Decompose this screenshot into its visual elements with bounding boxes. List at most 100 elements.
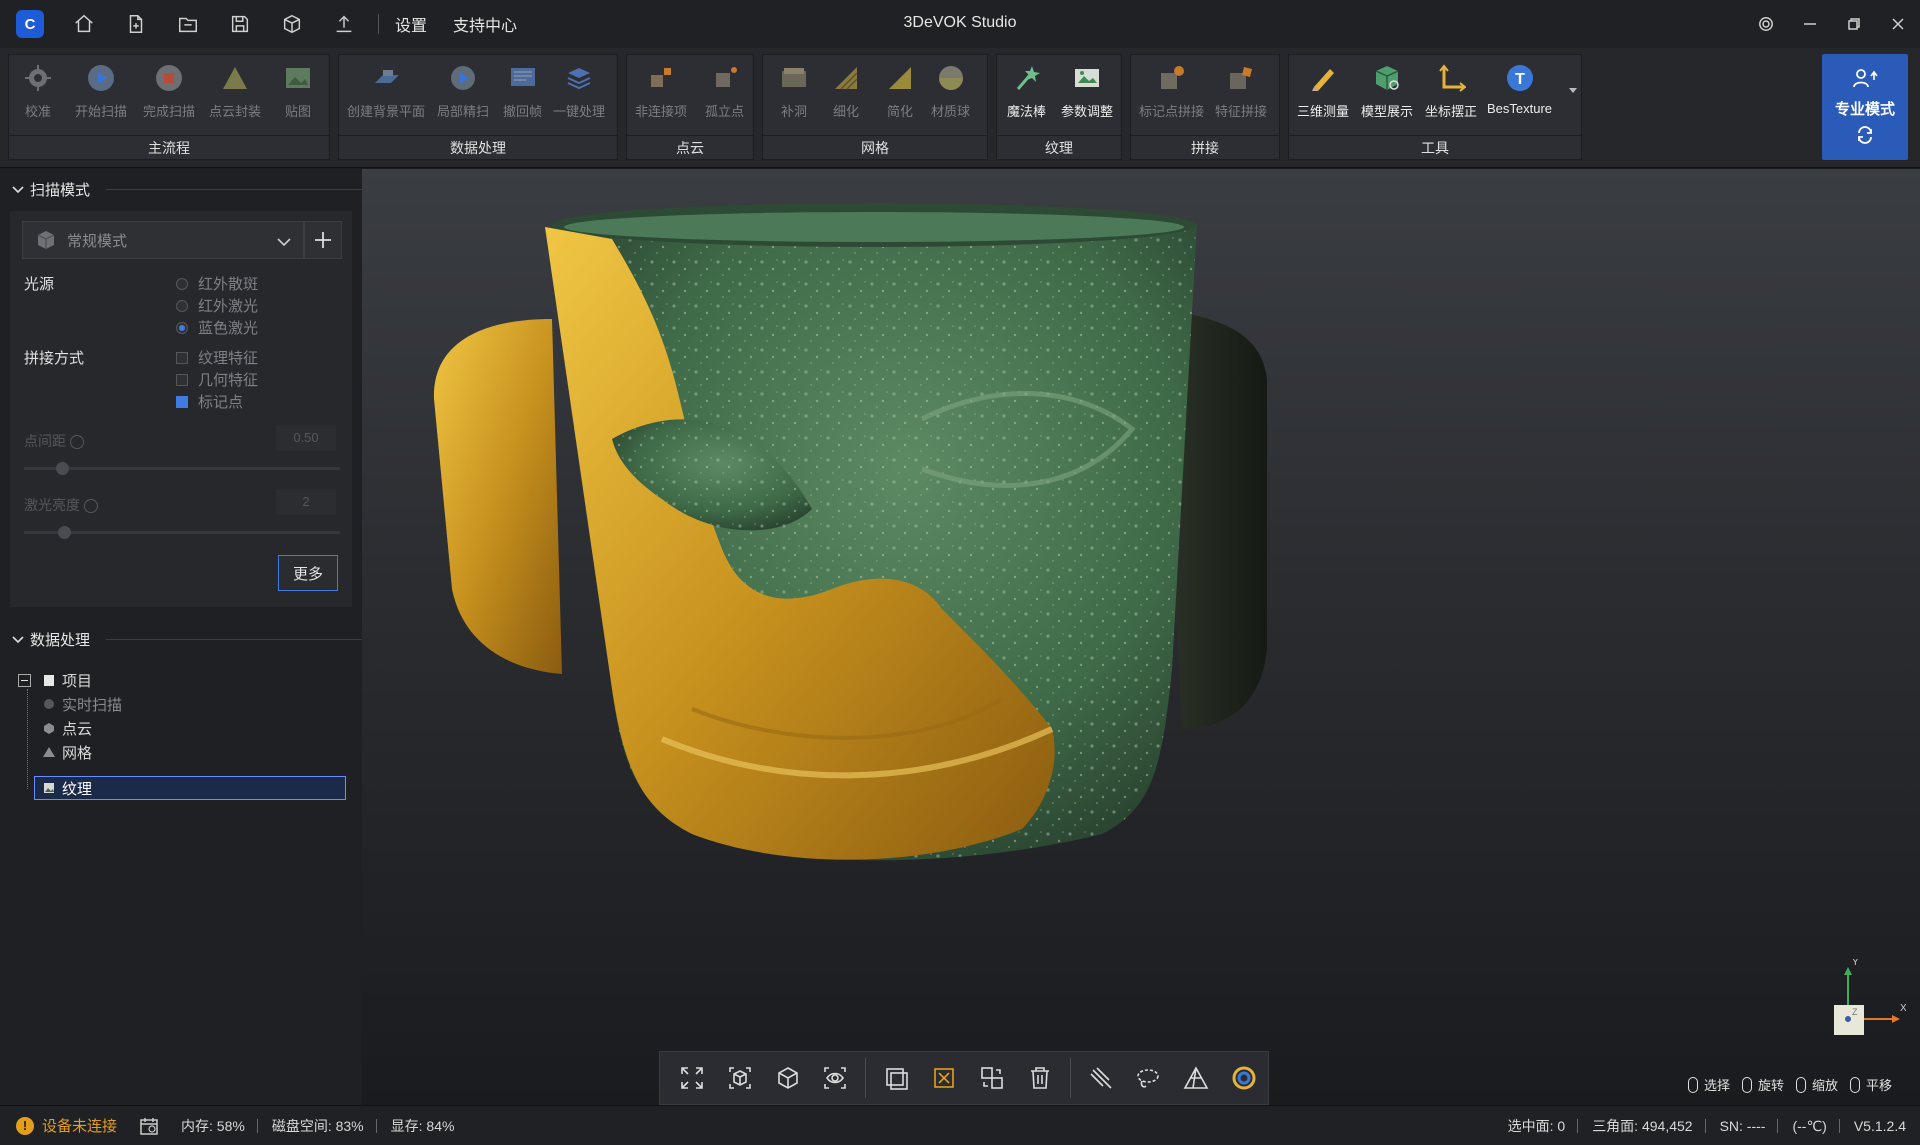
- one-click-process-button[interactable]: 一键处理: [553, 61, 605, 125]
- home-icon[interactable]: [72, 12, 96, 36]
- device-status[interactable]: 设备未连接: [42, 1115, 117, 1136]
- mouse-hints: 选择 旋转 缩放 平移: [1676, 1075, 1892, 1094]
- triangle-mesh-icon: [218, 61, 252, 95]
- bestexture-icon: T: [1503, 61, 1537, 95]
- status-bar: ! 设备未连接 内存: 58% 磁盘空间: 83% 显存: 84% 选中面: 0…: [0, 1105, 1920, 1145]
- create-bg-plane-button[interactable]: 创建背景平面: [347, 61, 425, 125]
- mouse-hint-pan: 平移: [1849, 1075, 1892, 1094]
- tree-collapse-icon[interactable]: [18, 674, 31, 687]
- slider-knob[interactable]: [58, 526, 71, 539]
- magic-wand-button[interactable]: 魔法棒: [1007, 61, 1046, 125]
- calendar-icon[interactable]: [139, 1116, 159, 1136]
- pointcloud-wrap-button[interactable]: 点云封装: [209, 61, 261, 125]
- point-spacing-slider[interactable]: [24, 462, 340, 475]
- open-file-icon[interactable]: [176, 12, 200, 36]
- point-spacing-value[interactable]: 0.50: [276, 425, 336, 451]
- tree-item-texture[interactable]: 纹理: [42, 777, 92, 799]
- menu-settings[interactable]: 设置: [395, 12, 427, 36]
- fit-view-icon[interactable]: [673, 1059, 711, 1097]
- view-toolbar: [659, 1051, 1269, 1105]
- material-ball-button[interactable]: 材质球: [931, 61, 970, 125]
- local-fine-scan-button[interactable]: 局部精扫: [437, 61, 489, 125]
- bestexture-button[interactable]: T BesTexture: [1487, 61, 1552, 125]
- simplify-button[interactable]: 简化: [883, 61, 917, 125]
- refine-button[interactable]: 细化: [829, 61, 863, 125]
- laser-brightness-slider[interactable]: [24, 526, 340, 539]
- save-icon[interactable]: [228, 12, 252, 36]
- version: V5.1.2.4: [1853, 1118, 1906, 1134]
- calibrate-button[interactable]: 校准: [21, 61, 55, 125]
- mesh-icon: [43, 747, 55, 757]
- invert-selection-icon[interactable]: [973, 1059, 1011, 1097]
- scanned-cup-model: [433, 203, 1267, 861]
- isolated-points-button[interactable]: 孤立点: [705, 61, 744, 125]
- stitch-option-texture[interactable]: 纹理特征: [176, 347, 258, 368]
- 3d-measure-button[interactable]: 三维测量: [1297, 61, 1349, 125]
- feature-stitch-button[interactable]: 特征拼接: [1215, 61, 1267, 125]
- disconnected-items-button[interactable]: 非连接项: [635, 61, 687, 125]
- cube-icon[interactable]: [280, 12, 304, 36]
- new-file-icon[interactable]: [124, 12, 148, 36]
- folder-icon: [44, 675, 54, 686]
- isolated-icon: [708, 61, 742, 95]
- eye-view-icon[interactable]: [816, 1059, 854, 1097]
- restore-icon[interactable]: [1832, 0, 1876, 48]
- group-data-processing: 创建背景平面 局部精扫 撤回帧 一键处理 数据处理: [338, 54, 618, 160]
- light-option-blue-laser[interactable]: 蓝色激光: [176, 317, 258, 338]
- group-label-tools: 工具: [1289, 135, 1581, 159]
- minimize-icon[interactable]: [1788, 0, 1832, 48]
- pro-mode-button[interactable]: 专业模式: [1822, 54, 1908, 160]
- lasso-select-icon[interactable]: [1129, 1059, 1167, 1097]
- tree-item-pointcloud[interactable]: 点云: [42, 717, 92, 739]
- settings-gear-icon[interactable]: [1744, 0, 1788, 48]
- scan-mode-select[interactable]: 常规模式: [22, 221, 304, 259]
- finish-scan-button[interactable]: 完成扫描: [143, 61, 195, 125]
- model-display-button[interactable]: 模型展示: [1361, 61, 1413, 125]
- undo-frame-button[interactable]: 撤回帧: [503, 61, 542, 125]
- focus-cube-icon[interactable]: [721, 1059, 759, 1097]
- section-divider: [106, 189, 362, 190]
- fine-scan-icon: [446, 61, 480, 95]
- pro-mode-label: 专业模式: [1834, 100, 1895, 118]
- scan-mode-section-header[interactable]: 扫描模式: [12, 179, 90, 200]
- delete-icon[interactable]: [1021, 1059, 1059, 1097]
- coordinate-align-button[interactable]: 坐标摆正: [1425, 61, 1477, 125]
- title-bar: C 设置 支持中心 3DeVOK Studio: [0, 0, 1920, 48]
- light-option-ir-speckle[interactable]: 红外散斑: [176, 273, 258, 294]
- overflow-chevron-icon[interactable]: [1569, 81, 1577, 93]
- brush-select-icon[interactable]: [1082, 1059, 1120, 1097]
- deselect-icon[interactable]: [925, 1059, 963, 1097]
- layers-icon: [562, 61, 596, 95]
- pointcloud-icon: [44, 723, 54, 734]
- scan-mode-title: 扫描模式: [30, 182, 91, 199]
- start-scan-button[interactable]: 开始扫描: [75, 61, 127, 125]
- fill-holes-button[interactable]: 补洞: [777, 61, 811, 125]
- menu-support[interactable]: 支持中心: [453, 12, 517, 36]
- left-panel: 扫描模式 常规模式 光源 红外散斑 红外激光 蓝色激光 拼接方式 纹理特征 几何…: [0, 169, 362, 1105]
- tree-item-realtime-scan[interactable]: 实时扫描: [42, 693, 122, 715]
- light-option-ir-laser[interactable]: 红外激光: [176, 295, 258, 316]
- select-box-icon[interactable]: [877, 1059, 915, 1097]
- add-mode-button[interactable]: [304, 221, 342, 259]
- marker-stitch-button[interactable]: 标记点拼接: [1139, 61, 1204, 125]
- cube-view-icon[interactable]: [769, 1059, 807, 1097]
- 3d-viewport[interactable]: Y X Z 选择 旋转 缩放 平移: [362, 169, 1920, 1105]
- texture-display-icon[interactable]: [1225, 1059, 1263, 1097]
- param-adjust-button[interactable]: 参数调整: [1061, 61, 1113, 125]
- stitch-option-geometry[interactable]: 几何特征: [176, 369, 258, 390]
- mesh-display-icon[interactable]: [1177, 1059, 1215, 1097]
- more-button[interactable]: 更多: [278, 555, 338, 591]
- stitch-method-label: 拼接方式: [24, 350, 85, 367]
- laser-brightness-value[interactable]: 2: [276, 489, 336, 515]
- upload-icon[interactable]: [332, 12, 356, 36]
- slider-knob[interactable]: [56, 462, 69, 475]
- feature-stitch-icon: [1224, 61, 1258, 95]
- stitch-option-marker[interactable]: 标记点: [176, 391, 243, 412]
- tree-item-project[interactable]: 项目: [42, 669, 92, 691]
- mode-cube-icon: [35, 229, 57, 251]
- data-processing-section-header[interactable]: 数据处理: [12, 629, 90, 650]
- tree-item-mesh[interactable]: 网格: [42, 741, 92, 763]
- texture-map-button[interactable]: 贴图: [281, 61, 315, 125]
- disk-usage: 磁盘空间: 83%: [271, 1117, 364, 1134]
- close-icon[interactable]: [1876, 0, 1920, 48]
